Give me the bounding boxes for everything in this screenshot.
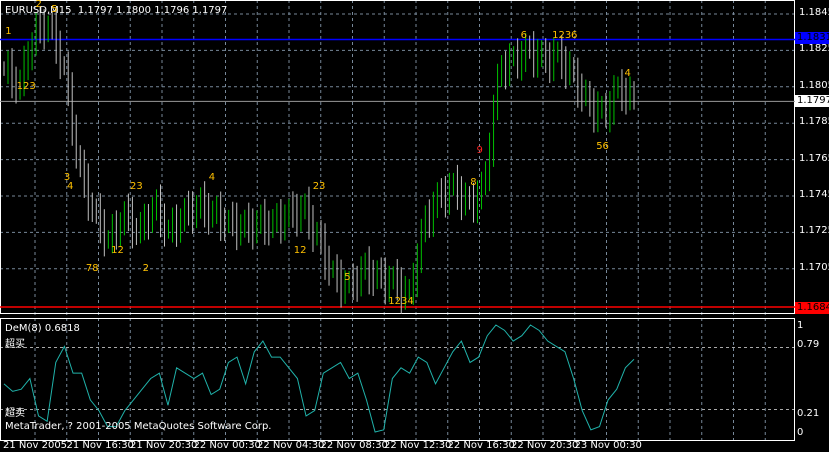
time-tick: 21 Nov 2005	[3, 440, 68, 451]
price-tick: 1.1705	[799, 261, 829, 273]
dem-tick: 1	[797, 320, 804, 331]
time-tick: 21 Nov 16:30	[66, 440, 134, 451]
wave-label: 23	[130, 180, 143, 192]
wave-label: 6	[520, 29, 527, 41]
wave-label: 12	[293, 244, 307, 256]
wave-label: 4	[624, 68, 631, 80]
overbought-label: 超买	[5, 339, 25, 350]
price-tick: 1.1725	[799, 225, 829, 237]
wave-label: 4	[208, 171, 216, 183]
price-tick: 1.1785	[799, 116, 829, 128]
current-price-tag: 1.1797	[795, 95, 829, 107]
wave-label: 1234	[388, 295, 414, 307]
time-tick: 22 Nov 00:30	[193, 440, 261, 451]
copyright-text: MetaTrader, ? 2001-2005 MetaQuotes Softw…	[5, 421, 272, 432]
price-tick: 1.1845	[799, 7, 829, 18]
wave-label: 2	[35, 0, 42, 10]
chart-window[interactable]: EURUSD,M15 1.1797 1.1800 1.1796 1.1797 1…	[0, 0, 829, 452]
time-tick: 22 Nov 16:30	[447, 440, 515, 451]
wave-label: 5	[51, 4, 58, 16]
time-tick: 21 Nov 20:30	[130, 440, 198, 451]
wave-label: 78	[85, 262, 99, 274]
dem-tick: 0.21	[797, 408, 820, 419]
wave-label: 23	[312, 180, 326, 192]
time-tick: 23 Nov 00:30	[574, 440, 642, 451]
dem-tick: 0	[797, 427, 804, 438]
wave-label: 12	[111, 244, 124, 256]
dem-tick: 0.79	[797, 339, 820, 350]
wave-label: 123	[16, 80, 36, 92]
wave-label: 6	[571, 29, 578, 41]
wave-label: 8	[470, 177, 477, 189]
wave-label: 5	[344, 271, 351, 283]
price-tick: 1.1765	[799, 152, 829, 164]
wave-label: 123	[552, 29, 572, 41]
indicator-title: DeM(8) 0.6818	[5, 323, 80, 334]
price-tick: 1.1825	[799, 43, 829, 55]
wave-label: 9	[476, 144, 483, 156]
wave-label: 34	[45, 0, 58, 1]
wave-label: 4	[67, 180, 74, 192]
time-tick: 22 Nov 08:30	[320, 440, 388, 451]
wave-label: 1	[5, 26, 12, 38]
blue-line-price-tag: 1.1831	[795, 32, 829, 44]
wave-label: 56	[596, 140, 609, 152]
time-tick: 22 Nov 04:30	[257, 440, 325, 451]
price-tick: 1.1745	[799, 189, 829, 200]
time-tick: 22 Nov 12:30	[384, 440, 452, 451]
price-tick: 1.1805	[799, 79, 829, 91]
oversold-label: 超卖	[5, 408, 25, 419]
red-line-price-tag: 1.1684	[795, 302, 829, 314]
time-tick: 22 Nov 20:30	[511, 440, 579, 451]
wave-label: 2	[142, 262, 149, 274]
chart-canvas[interactable]	[0, 0, 829, 452]
